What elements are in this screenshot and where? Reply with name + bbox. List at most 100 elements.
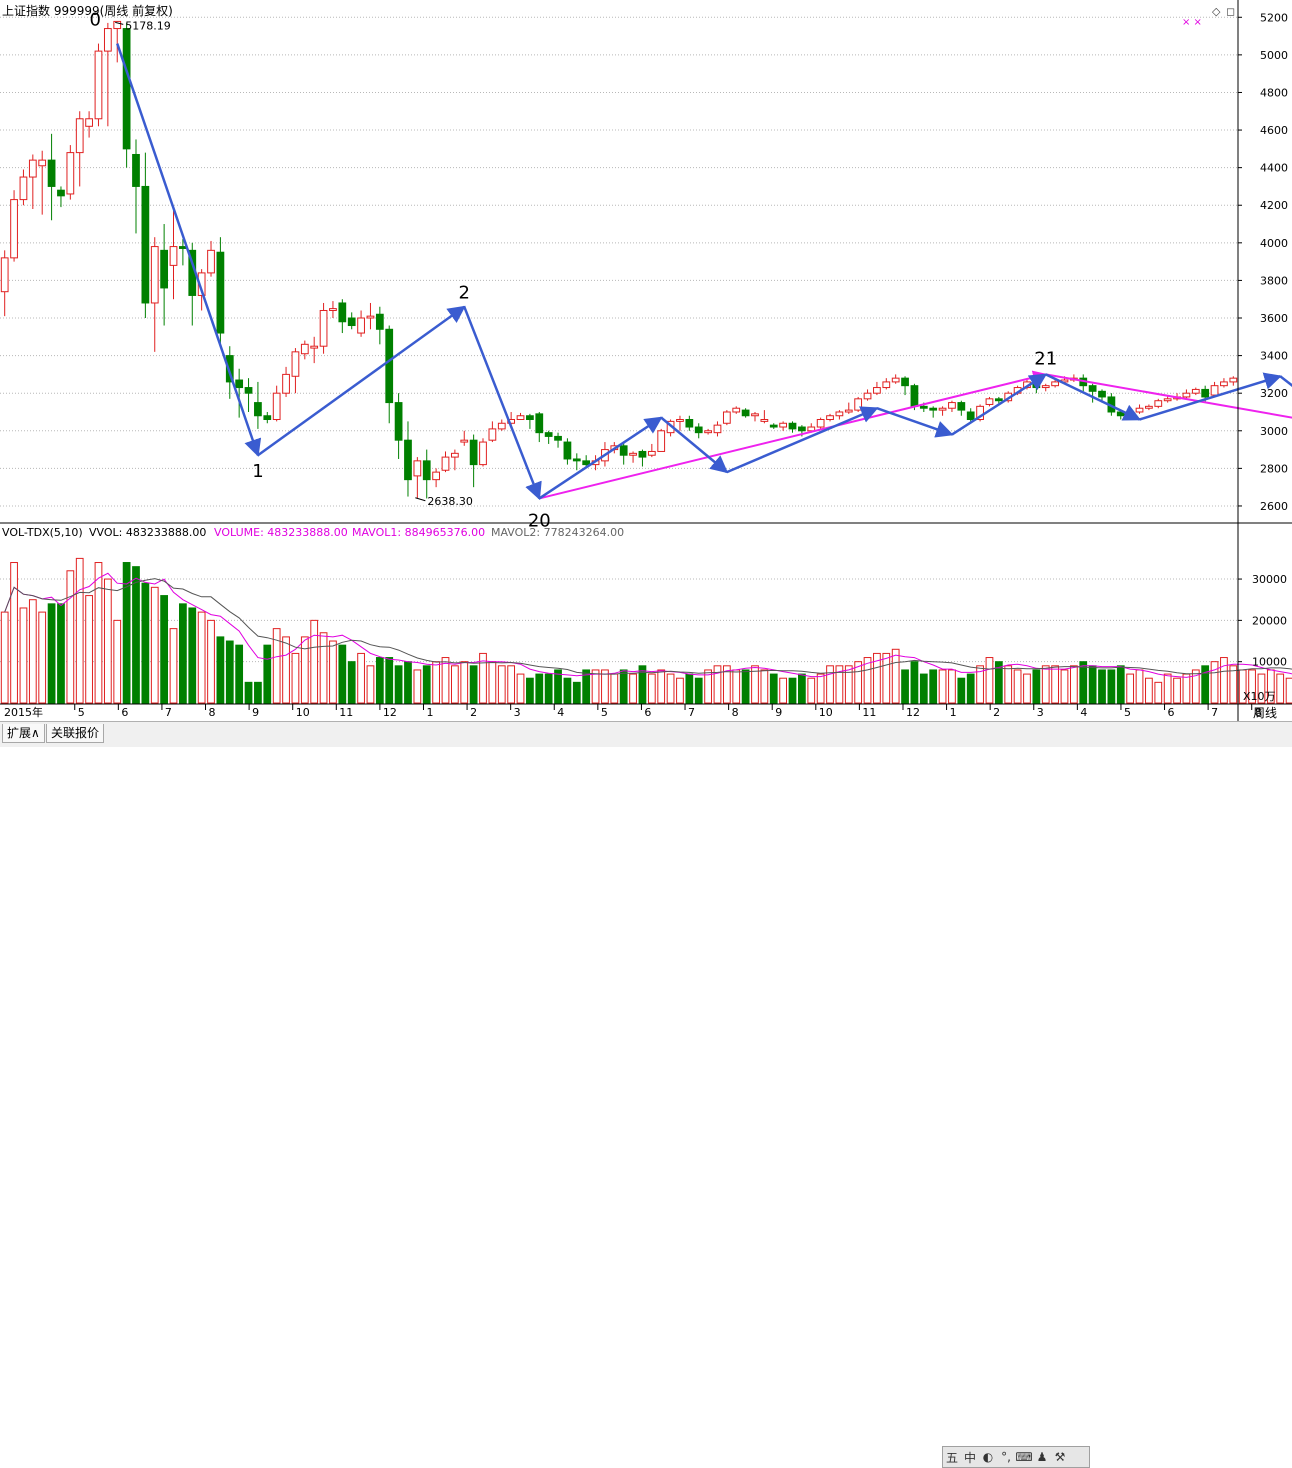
volume-bar xyxy=(1182,673,1191,704)
price-tick-label: 4000 xyxy=(1260,237,1288,250)
volume-bar xyxy=(619,669,628,704)
candle-body xyxy=(854,398,863,411)
candle-body xyxy=(554,435,562,441)
volume-bar xyxy=(254,681,262,704)
candle-body xyxy=(1088,385,1097,392)
candle-body xyxy=(422,460,431,481)
period-label[interactable]: 周线 xyxy=(1253,706,1277,720)
volume-bar xyxy=(919,673,928,704)
volume-bar xyxy=(469,665,478,704)
candle-body xyxy=(404,439,412,481)
candle-body xyxy=(47,159,56,187)
mavol2-label: MAVOL2: 778243264.00 xyxy=(491,526,624,539)
wrench-icon[interactable]: ⚒ xyxy=(1051,1448,1069,1466)
candle-body xyxy=(638,450,647,458)
chinese-mode-icon[interactable]: 中 xyxy=(961,1448,979,1466)
volume-bar xyxy=(938,669,947,704)
candle-body xyxy=(141,185,150,304)
volume-bar xyxy=(319,632,328,704)
date-label: 5 xyxy=(601,706,608,719)
volume-bar xyxy=(263,644,272,704)
date-label: 11 xyxy=(862,706,876,719)
price-tick-label: 2800 xyxy=(1260,462,1288,475)
volume-bar xyxy=(732,669,741,704)
tab-expand[interactable]: 扩展∧ xyxy=(2,724,45,743)
wave-label-1: 1 xyxy=(252,461,263,482)
candle-body xyxy=(910,385,919,407)
volume-bar xyxy=(235,644,244,704)
candle-body xyxy=(722,411,731,424)
volume-bar xyxy=(694,677,703,704)
volume-bar xyxy=(329,640,337,704)
volume-bar xyxy=(1285,677,1292,704)
volume-bar xyxy=(310,619,319,704)
date-label: 8 xyxy=(732,706,739,719)
keyboard-icon[interactable]: ⌨ xyxy=(1015,1448,1033,1466)
volume-bar xyxy=(66,570,75,704)
candle-body xyxy=(1182,392,1191,398)
volume-bar xyxy=(901,669,909,704)
tab-related-quotes[interactable]: 关联报价 xyxy=(46,724,105,743)
restore-window-icon[interactable]: ◻ xyxy=(1226,5,1235,18)
volume-bar xyxy=(1135,669,1144,704)
volume-bar xyxy=(1060,669,1069,704)
volume-bar xyxy=(957,677,966,704)
volume-bar xyxy=(28,599,37,704)
candle-body xyxy=(779,422,788,428)
ime-logo-icon[interactable]: 五 xyxy=(943,1448,961,1466)
date-label: 7 xyxy=(688,706,695,719)
candle-body xyxy=(366,315,375,319)
volume-bar xyxy=(535,673,544,704)
candle-body xyxy=(741,409,750,417)
volume-bar xyxy=(1004,665,1013,704)
price-tick-label: 3800 xyxy=(1260,274,1288,287)
volume-bar xyxy=(432,661,440,704)
volume-bar xyxy=(882,652,891,704)
volume-bar xyxy=(188,607,197,704)
punctuation-icon[interactable]: °, xyxy=(997,1448,1015,1466)
candle-body xyxy=(160,249,169,289)
user-icon[interactable]: ♟ xyxy=(1033,1448,1051,1466)
volume-bar xyxy=(132,566,140,704)
wave-label-2: 2 xyxy=(459,283,470,304)
volume-bar xyxy=(507,665,516,704)
volume-bar xyxy=(150,586,159,704)
candle-body xyxy=(244,387,253,394)
candle-body xyxy=(19,176,28,201)
date-label: 8 xyxy=(209,706,216,719)
volume-bar xyxy=(413,669,422,704)
volume-bar xyxy=(826,665,834,704)
candle-body xyxy=(338,302,347,323)
candle-body xyxy=(132,153,140,187)
volume-bar xyxy=(1276,673,1285,704)
diamond-control-icon[interactable]: ◇ xyxy=(1212,5,1221,18)
volume-bar xyxy=(47,603,56,704)
candle-body xyxy=(994,398,1003,402)
candle-body xyxy=(57,189,65,197)
candle-body xyxy=(469,439,478,466)
volume-bar xyxy=(1051,665,1059,704)
candle-body xyxy=(413,460,422,477)
candle-body xyxy=(103,28,112,52)
moon-icon[interactable]: ◐ xyxy=(979,1448,997,1466)
volume-bar xyxy=(85,595,93,704)
candle-body xyxy=(441,456,450,471)
volume-bar xyxy=(807,677,816,704)
date-label: 2 xyxy=(470,706,477,719)
candle-body xyxy=(873,387,881,394)
volume-bar xyxy=(394,665,403,704)
candle-body xyxy=(1051,381,1059,387)
candle-body xyxy=(282,373,290,394)
candle-body xyxy=(619,445,628,456)
volume-bar xyxy=(891,648,900,704)
candle-body xyxy=(816,419,825,428)
volume-bar xyxy=(422,665,431,704)
price-tick-label: 3000 xyxy=(1260,425,1288,438)
candle-body xyxy=(1041,385,1050,389)
volume-bar xyxy=(676,677,684,704)
volume-bar xyxy=(338,644,347,704)
date-label: 5 xyxy=(78,706,85,719)
chart-window: 012202122235178.192638.30 26002800300032… xyxy=(0,0,1292,746)
volume-bar xyxy=(113,619,122,704)
candle-body xyxy=(207,249,215,274)
